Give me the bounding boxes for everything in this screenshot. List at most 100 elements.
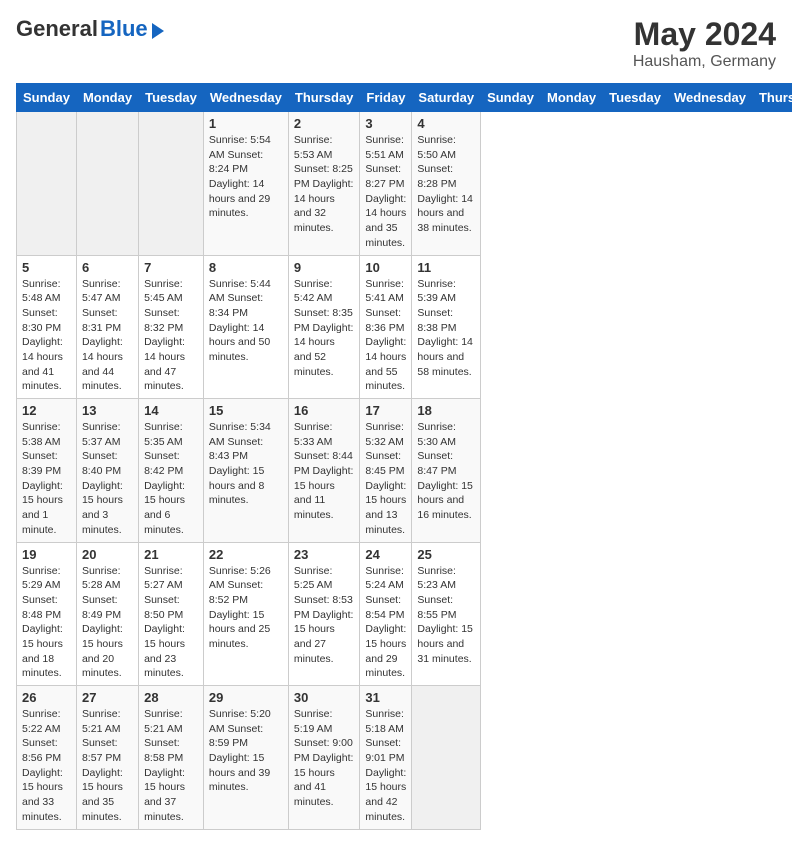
day-number: 19 (22, 547, 71, 562)
day-number: 23 (294, 547, 355, 562)
day-info: Sunrise: 5:48 AM Sunset: 8:30 PM Dayligh… (22, 277, 71, 395)
day-info: Sunrise: 5:41 AM Sunset: 8:36 PM Dayligh… (365, 277, 406, 395)
day-number: 14 (144, 403, 198, 418)
day-number: 12 (22, 403, 71, 418)
calendar-cell: 4Sunrise: 5:50 AM Sunset: 8:28 PM Daylig… (412, 112, 481, 256)
day-number: 11 (417, 260, 475, 275)
day-info: Sunrise: 5:47 AM Sunset: 8:31 PM Dayligh… (82, 277, 133, 395)
day-info: Sunrise: 5:21 AM Sunset: 8:58 PM Dayligh… (144, 707, 198, 825)
calendar-cell: 10 Sunrise: 5:41 AM Sunset: 8:36 PM Dayli… (360, 255, 412, 399)
weekday-header-wednesday: Wednesday (667, 84, 752, 112)
calendar-week-1: 1 Sunrise: 5:54 AM Sunset: 8:24 PM Daylig… (17, 112, 792, 256)
day-info: Sunrise: 5:39 AM Sunset: 8:38 PM Dayligh… (417, 277, 475, 380)
logo-general-text: General (16, 16, 98, 42)
logo-arrow-icon (152, 23, 164, 39)
day-number: 29 (209, 690, 283, 705)
day-number: 7 (144, 260, 198, 275)
location-subtitle: Hausham, Germany (633, 53, 776, 71)
day-info: Sunrise: 5:35 AM Sunset: 8:42 PM Dayligh… (144, 420, 198, 538)
day-info: Sunrise: 5:54 AM Sunset: 8:24 PM Dayligh… (209, 133, 283, 221)
day-info: Sunrise: 5:44 AM Sunset: 8:34 PM Dayligh… (209, 277, 283, 365)
calendar-cell: 1 Sunrise: 5:54 AM Sunset: 8:24 PM Daylig… (203, 112, 288, 256)
day-info: Sunrise: 5:51 AM Sunset: 8:27 PM Dayligh… (365, 133, 406, 251)
day-number: 20 (82, 547, 133, 562)
day-number: 24 (365, 547, 406, 562)
calendar-cell: 13 Sunrise: 5:37 AM Sunset: 8:40 PM Dayli… (76, 399, 138, 543)
day-number: 25 (417, 547, 475, 562)
day-info: Sunrise: 5:25 AM Sunset: 8:53 PM Dayligh… (294, 564, 355, 667)
weekday-header-wednesday: Wednesday (203, 84, 288, 112)
day-number: 28 (144, 690, 198, 705)
calendar-cell (76, 112, 138, 256)
day-number: 31 (365, 690, 406, 705)
day-info: Sunrise: 5:33 AM Sunset: 8:44 PM Dayligh… (294, 420, 355, 523)
weekday-header-sunday: Sunday (481, 84, 541, 112)
logo-blue-text: Blue (100, 16, 148, 42)
calendar-week-2: 5 Sunrise: 5:48 AM Sunset: 8:30 PM Daylig… (17, 255, 792, 399)
calendar-cell: 29 Sunrise: 5:20 AM Sunset: 8:59 PM Dayli… (203, 686, 288, 830)
day-number: 13 (82, 403, 133, 418)
day-info: Sunrise: 5:23 AM Sunset: 8:55 PM Dayligh… (417, 564, 475, 667)
calendar-cell: 3 Sunrise: 5:51 AM Sunset: 8:27 PM Daylig… (360, 112, 412, 256)
weekday-header-monday: Monday (541, 84, 603, 112)
calendar-cell: 26 Sunrise: 5:22 AM Sunset: 8:56 PM Dayli… (17, 686, 77, 830)
page-header: General Blue May 2024 Hausham, Germany (16, 16, 776, 71)
day-info: Sunrise: 5:26 AM Sunset: 8:52 PM Dayligh… (209, 564, 283, 652)
weekday-header-thursday: Thursday (288, 84, 360, 112)
weekday-header-tuesday: Tuesday (139, 84, 204, 112)
day-number: 5 (22, 260, 71, 275)
calendar-cell: 23 Sunrise: 5:25 AM Sunset: 8:53 PM Dayli… (288, 542, 360, 686)
day-number: 1 (209, 116, 283, 131)
calendar-week-3: 12 Sunrise: 5:38 AM Sunset: 8:39 PM Dayli… (17, 399, 792, 543)
weekday-header-sunday: Sunday (17, 84, 77, 112)
day-number: 3 (365, 116, 406, 131)
day-info: Sunrise: 5:32 AM Sunset: 8:45 PM Dayligh… (365, 420, 406, 538)
calendar-cell: 6 Sunrise: 5:47 AM Sunset: 8:31 PM Daylig… (76, 255, 138, 399)
day-number: 6 (82, 260, 133, 275)
day-number: 15 (209, 403, 283, 418)
day-number: 21 (144, 547, 198, 562)
weekday-header-friday: Friday (360, 84, 412, 112)
weekday-header-thursday: Thursday (752, 84, 792, 112)
title-section: May 2024 Hausham, Germany (633, 16, 776, 71)
day-info: Sunrise: 5:20 AM Sunset: 8:59 PM Dayligh… (209, 707, 283, 795)
calendar-week-4: 19 Sunrise: 5:29 AM Sunset: 8:48 PM Dayli… (17, 542, 792, 686)
calendar-cell: 28 Sunrise: 5:21 AM Sunset: 8:58 PM Dayli… (139, 686, 204, 830)
day-number: 9 (294, 260, 355, 275)
calendar-cell: 5 Sunrise: 5:48 AM Sunset: 8:30 PM Daylig… (17, 255, 77, 399)
day-number: 26 (22, 690, 71, 705)
day-number: 18 (417, 403, 475, 418)
day-info: Sunrise: 5:38 AM Sunset: 8:39 PM Dayligh… (22, 420, 71, 538)
calendar-cell (17, 112, 77, 256)
calendar-cell: 31 Sunrise: 5:18 AM Sunset: 9:01 PM Dayli… (360, 686, 412, 830)
day-number: 22 (209, 547, 283, 562)
day-number: 17 (365, 403, 406, 418)
calendar-cell: 25 Sunrise: 5:23 AM Sunset: 8:55 PM Dayli… (412, 542, 481, 686)
day-info: Sunrise: 5:18 AM Sunset: 9:01 PM Dayligh… (365, 707, 406, 825)
day-info: Sunrise: 5:34 AM Sunset: 8:43 PM Dayligh… (209, 420, 283, 508)
calendar-cell (139, 112, 204, 256)
calendar-cell: 17 Sunrise: 5:32 AM Sunset: 8:45 PM Dayli… (360, 399, 412, 543)
calendar-cell: 2Sunrise: 5:53 AM Sunset: 8:25 PM Daylig… (288, 112, 360, 256)
day-info: Sunrise: 5:19 AM Sunset: 9:00 PM Dayligh… (294, 707, 355, 810)
weekday-header-monday: Monday (76, 84, 138, 112)
calendar-cell: 20Sunrise: 5:28 AM Sunset: 8:49 PM Dayli… (76, 542, 138, 686)
calendar-week-5: 26 Sunrise: 5:22 AM Sunset: 8:56 PM Dayli… (17, 686, 792, 830)
calendar-cell (412, 686, 481, 830)
day-info: Sunrise: 5:22 AM Sunset: 8:56 PM Dayligh… (22, 707, 71, 825)
weekday-header-tuesday: Tuesday (603, 84, 668, 112)
calendar-cell: 11 Sunrise: 5:39 AM Sunset: 8:38 PM Dayli… (412, 255, 481, 399)
day-info: Sunrise: 5:29 AM Sunset: 8:48 PM Dayligh… (22, 564, 71, 682)
calendar-table: SundayMondayTuesdayWednesdayThursdayFrid… (16, 83, 792, 830)
calendar-cell: 21 Sunrise: 5:27 AM Sunset: 8:50 PM Dayli… (139, 542, 204, 686)
day-info: Sunrise: 5:37 AM Sunset: 8:40 PM Dayligh… (82, 420, 133, 538)
day-number: 10 (365, 260, 406, 275)
calendar-cell: 30Sunrise: 5:19 AM Sunset: 9:00 PM Dayli… (288, 686, 360, 830)
day-info: Sunrise: 5:27 AM Sunset: 8:50 PM Dayligh… (144, 564, 198, 682)
calendar-cell: 15 Sunrise: 5:34 AM Sunset: 8:43 PM Dayli… (203, 399, 288, 543)
calendar-cell: 8 Sunrise: 5:44 AM Sunset: 8:34 PM Daylig… (203, 255, 288, 399)
day-info: Sunrise: 5:42 AM Sunset: 8:35 PM Dayligh… (294, 277, 355, 380)
day-number: 8 (209, 260, 283, 275)
calendar-cell: 18Sunrise: 5:30 AM Sunset: 8:47 PM Dayli… (412, 399, 481, 543)
calendar-cell: 22 Sunrise: 5:26 AM Sunset: 8:52 PM Dayli… (203, 542, 288, 686)
